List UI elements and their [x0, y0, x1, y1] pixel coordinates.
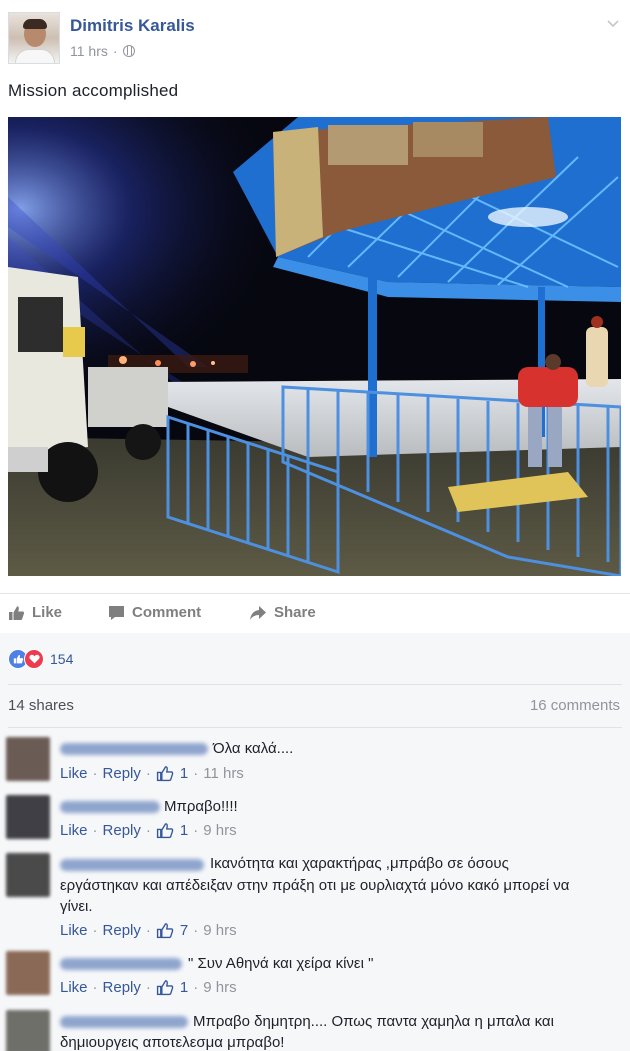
comment-like-count[interactable]: 7: [180, 922, 188, 939]
commenter-avatar[interactable]: [6, 951, 50, 995]
post-action-bar: Like Comment Share: [0, 593, 630, 633]
thumbs-up-icon: [156, 922, 174, 939]
comment-actions: Like · Reply · 1 · 9 hrs: [60, 979, 237, 996]
commenter-avatar[interactable]: [6, 737, 50, 781]
author-name[interactable]: Dimitris Karalis: [70, 16, 195, 36]
comment-text-line: γίνει.: [60, 898, 93, 915]
reactions-summary[interactable]: 154: [8, 649, 73, 669]
comment-like-count[interactable]: 1: [180, 765, 188, 782]
chevron-down-icon[interactable]: [606, 16, 620, 30]
comment-reply-link[interactable]: Reply: [103, 765, 141, 782]
comment-text-line: Μπραβο δημητρη.... Οπως παντα χαμηλα η μ…: [193, 1013, 554, 1030]
globe-icon: [122, 45, 135, 57]
thumbs-up-icon: [156, 822, 174, 839]
comment-actions: Like · Reply · 7 · 9 hrs: [60, 922, 237, 939]
comment-icon: [109, 605, 124, 620]
thumbs-up-icon: [156, 765, 174, 782]
comment-text: Όλα καλά....: [213, 740, 294, 757]
comment-time[interactable]: 9 hrs: [203, 979, 236, 996]
comment-text-line: Ικανότητα και χαρακτήρας ,μπράβο σε όσου…: [210, 855, 509, 872]
comment-label: Comment: [132, 604, 202, 621]
comment-like-link[interactable]: Like: [60, 765, 88, 782]
comment-text: " Συν Αθηνά και χείρα κίνει ": [188, 955, 374, 972]
post-text: Mission accomplished: [8, 81, 179, 100]
like-button[interactable]: Like: [8, 604, 62, 621]
author-avatar[interactable]: [8, 12, 60, 64]
post-time[interactable]: 11 hrs: [70, 43, 108, 59]
comment-like-link[interactable]: Like: [60, 922, 88, 939]
divider: [8, 727, 622, 728]
share-label: Share: [274, 604, 316, 621]
comment-actions: Like · Reply · 1 · 11 hrs: [60, 765, 244, 782]
feedback-section: 154 14 shares 16 comments Όλα καλά.... L…: [0, 633, 630, 1051]
share-icon: [250, 605, 266, 620]
comment-time[interactable]: 9 hrs: [203, 922, 236, 939]
commenter-avatar[interactable]: [6, 853, 50, 897]
post-photo[interactable]: [8, 117, 621, 576]
like-icon: [9, 605, 25, 620]
comment-actions: Like · Reply · 1 · 9 hrs: [60, 822, 237, 839]
divider: [8, 684, 622, 685]
comment-like-count[interactable]: 1: [180, 822, 188, 839]
post-meta: 11 hrs ·: [70, 43, 135, 59]
comment-like-count[interactable]: 1: [180, 979, 188, 996]
like-label: Like: [32, 604, 63, 621]
love-reaction-icon: [24, 649, 44, 669]
meta-separator: ·: [112, 43, 118, 59]
comment-text-line: δημιουργεις αποτελεσμα μπραβο!: [60, 1034, 285, 1051]
comment-reply-link[interactable]: Reply: [103, 822, 141, 839]
comment-time[interactable]: 11 hrs: [203, 765, 244, 782]
comment-time[interactable]: 9 hrs: [203, 822, 236, 839]
share-button[interactable]: Share: [249, 604, 316, 621]
shares-count[interactable]: 14 shares: [8, 697, 74, 714]
commenter-avatar[interactable]: [6, 1010, 50, 1051]
comments-count[interactable]: 16 comments: [530, 697, 620, 714]
comment-like-link[interactable]: Like: [60, 822, 88, 839]
commenter-name[interactable]: [60, 743, 208, 755]
commenter-avatar[interactable]: [6, 795, 50, 839]
commenter-name[interactable]: [60, 958, 182, 970]
commenter-name[interactable]: [60, 859, 204, 871]
reaction-count: 154: [50, 651, 74, 667]
commenter-name[interactable]: [60, 1016, 188, 1028]
comment-reply-link[interactable]: Reply: [103, 922, 141, 939]
photo-scene: [8, 117, 621, 576]
comment-text-line: εργάστηκαν και απέδειξαν στην πράξη οτι …: [60, 877, 570, 894]
comment-reply-link[interactable]: Reply: [103, 979, 141, 996]
comment-button[interactable]: Comment: [108, 604, 201, 621]
comment-text: Μπραβο!!!!: [164, 798, 238, 815]
commenter-name[interactable]: [60, 801, 160, 813]
post-header: Dimitris Karalis 11 hrs ·: [8, 12, 622, 68]
thumbs-up-icon: [156, 979, 174, 996]
comment-like-link[interactable]: Like: [60, 979, 88, 996]
